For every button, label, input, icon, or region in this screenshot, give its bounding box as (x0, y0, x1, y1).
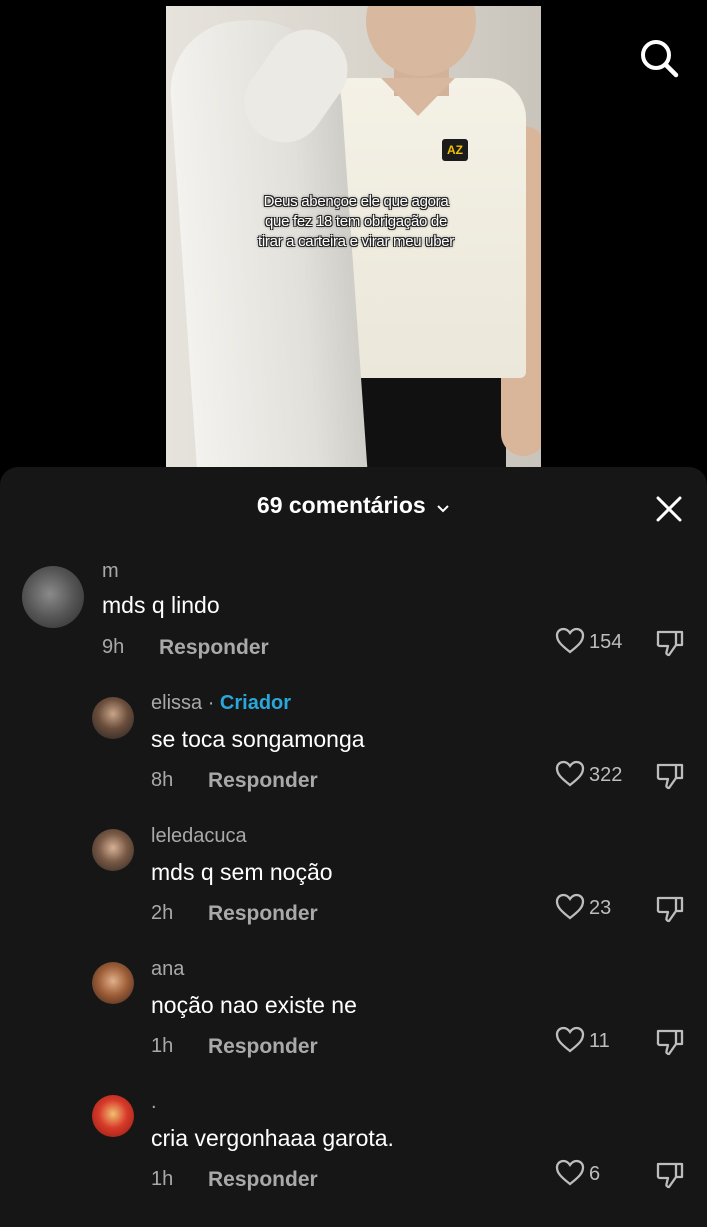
like-button[interactable]: 11 (555, 1025, 665, 1059)
dislike-button[interactable] (654, 627, 686, 659)
heart-icon (555, 760, 585, 787)
dislike-icon (656, 630, 684, 657)
reply-button[interactable]: Responder (208, 1168, 318, 1192)
chevron-down-icon (436, 493, 450, 520)
dislike-button[interactable] (654, 1159, 686, 1191)
video-player[interactable]: AZ Deus abençoe ele que agora que fez 18… (166, 6, 541, 476)
like-count: 11 (589, 1030, 610, 1052)
dislike-icon (656, 763, 684, 790)
like-count: 6 (589, 1163, 601, 1185)
avatar[interactable] (22, 566, 84, 628)
search-icon (641, 40, 679, 78)
comment-time: 2h (151, 902, 174, 924)
creator-badge: Criador (219, 692, 292, 714)
dislike-button[interactable] (654, 1026, 686, 1058)
like-button[interactable]: 23 (555, 892, 665, 926)
dislike-button[interactable] (654, 893, 686, 925)
like-button[interactable]: 154 (555, 626, 665, 660)
avatar[interactable] (92, 1095, 134, 1137)
dislike-icon (656, 896, 684, 923)
dislike-icon (656, 1162, 684, 1189)
reply-button[interactable]: Responder (208, 1035, 318, 1059)
comment-time: 1h (151, 1168, 174, 1190)
close-icon (656, 496, 682, 522)
comment-username[interactable]: ana (151, 958, 184, 981)
comments-count-title: 69 comentários (256, 492, 426, 518)
reply-button[interactable]: Responder (159, 636, 269, 660)
avatar[interactable] (92, 829, 134, 871)
search-button[interactable] (637, 36, 681, 80)
avatar[interactable] (92, 962, 134, 1004)
comment-text: se toca songamonga (151, 726, 365, 752)
like-button[interactable]: 322 (555, 759, 665, 793)
comment-text: mds q sem noção (151, 859, 333, 885)
comment-text: noção nao existe ne (151, 992, 357, 1018)
dislike-button[interactable] (654, 760, 686, 792)
dislike-icon (656, 1029, 684, 1056)
comment-username[interactable]: leledacuca (151, 825, 247, 848)
heart-icon (555, 1026, 585, 1053)
comment-text: cria vergonhaaa garota. (151, 1125, 394, 1151)
video-caption: Deus abençoe ele que agora que fez 18 te… (257, 193, 454, 250)
comment-time: 8h (151, 769, 174, 791)
avatar[interactable] (92, 697, 134, 739)
like-count: 322 (589, 764, 623, 786)
close-button[interactable] (653, 493, 685, 525)
heart-icon (555, 627, 585, 654)
reply-button[interactable]: Responder (208, 769, 318, 793)
shirt-collar (381, 78, 455, 116)
like-button[interactable]: 6 (555, 1158, 665, 1192)
like-count: 23 (589, 897, 612, 919)
comment-time: 9h (102, 636, 125, 658)
comment-username[interactable]: m (102, 560, 119, 583)
shirt-logo: AZ (442, 139, 468, 161)
like-count: 154 (589, 631, 623, 653)
comment-username[interactable]: elissa · Criador (151, 692, 291, 715)
heart-icon (555, 893, 585, 920)
comment-text: mds q lindo (102, 592, 220, 618)
comments-header[interactable]: 69 comentários (0, 492, 707, 520)
comment-time: 1h (151, 1035, 174, 1057)
comment-username[interactable]: . (151, 1091, 157, 1114)
heart-icon (555, 1159, 585, 1186)
reply-button[interactable]: Responder (208, 902, 318, 926)
